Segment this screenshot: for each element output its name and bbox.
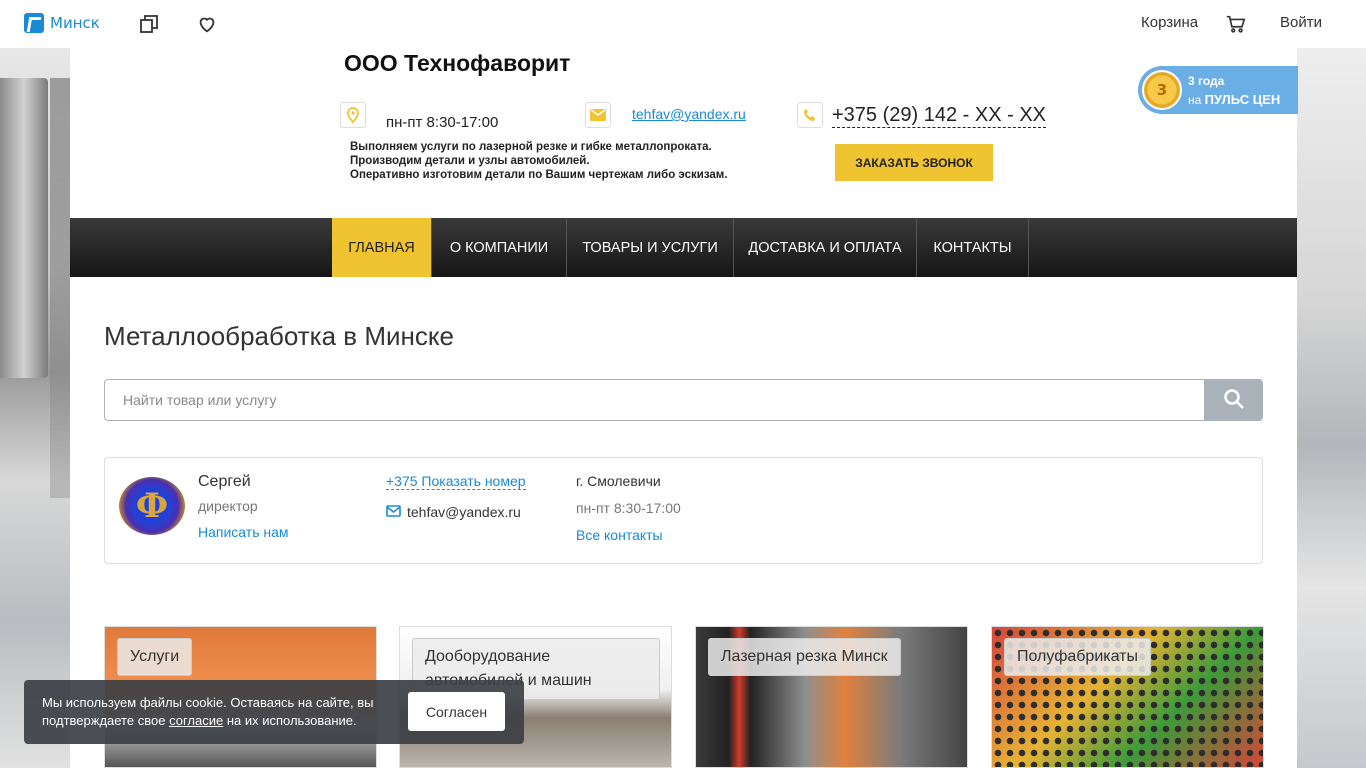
cart-link[interactable]: Корзина: [1141, 14, 1198, 31]
header-email-link[interactable]: tehfav@yandex.ru: [632, 106, 746, 122]
compare-icon[interactable]: [138, 13, 160, 35]
page-title: Металлообработка в Минске: [104, 321, 455, 351]
mail-icon: [585, 102, 611, 128]
cookie-text: Мы используем файлы cookie. Оставаясь на…: [42, 694, 402, 730]
search-input[interactable]: [104, 379, 1205, 421]
contact-role: директор: [198, 498, 258, 514]
contact-city: г. Смолевичи: [576, 473, 661, 489]
location-pin-icon: [340, 102, 366, 128]
badge-prefix: на: [1188, 93, 1202, 107]
pulse-cen-badge[interactable]: 3 3 года на ПУЛЬС ЦЕН: [1138, 66, 1298, 114]
envelope-icon: [386, 504, 401, 520]
tile-label: Лазерная резка Минск: [708, 638, 901, 676]
badge-brand: на ПУЛЬС ЦЕН: [1188, 92, 1280, 107]
main-panel: ООО Технофаворит пн-пт 8:30-17:00 tehfav…: [70, 48, 1297, 768]
phone-icon: [797, 102, 823, 128]
search-icon: [1223, 388, 1245, 413]
header-phone[interactable]: +375 (29) 142 - XX - XX: [832, 104, 1047, 128]
nav-item-products[interactable]: ТОВАРЫ И УСЛУГИ: [567, 218, 734, 277]
medal-icon: 3: [1142, 70, 1182, 110]
nav-item-delivery[interactable]: ДОСТАВКА И ОПЛАТА: [734, 218, 917, 277]
nav-item-contacts[interactable]: КОНТАКТЫ: [917, 218, 1029, 277]
contact-name: Сергей: [198, 473, 251, 490]
header-hours: пн-пт 8:30-17:00: [386, 114, 499, 131]
cookie-accept-button[interactable]: Согласен: [408, 692, 505, 731]
main-nav: ГЛАВНАЯ О КОМПАНИИ ТОВАРЫ И УСЛУГИ ДОСТА…: [70, 218, 1297, 277]
nav-item-home[interactable]: ГЛАВНАЯ: [332, 218, 432, 277]
tile-label: Услуги: [117, 638, 193, 676]
site-logo-icon: [24, 13, 44, 33]
category-tile-laser-cutting[interactable]: Лазерная резка Минск: [695, 626, 968, 768]
login-link[interactable]: Войти: [1280, 14, 1322, 31]
order-callback-button[interactable]: ЗАКАЗАТЬ ЗВОНОК: [835, 144, 993, 181]
cookie-consent-link[interactable]: согласие: [169, 713, 223, 728]
write-us-link[interactable]: Написать нам: [198, 524, 289, 540]
company-logo: Ф: [119, 477, 185, 535]
tile-label: Полуфабрикаты: [1004, 638, 1151, 676]
left-background-image: [0, 48, 70, 768]
description-line: Производим детали и узлы автомобилей.: [350, 155, 590, 167]
description-line: Оперативно изготовим детали по Вашим чер…: [350, 169, 728, 181]
contact-card: Ф Сергей директор Написать нам +375 Пока…: [104, 457, 1263, 564]
contact-email-text[interactable]: tehfav@yandex.ru: [407, 504, 521, 520]
category-tile-semi-finished[interactable]: Полуфабрикаты: [991, 626, 1264, 768]
contact-email: tehfav@yandex.ru: [386, 504, 521, 520]
badge-brand-name: ПУЛЬС ЦЕН: [1204, 92, 1281, 107]
right-background-image: [1297, 48, 1366, 768]
company-name: ООО Технофаворит: [344, 50, 571, 76]
company-description: Выполняем услуги по лазерной резке и гиб…: [350, 140, 728, 182]
description-line: Выполняем услуги по лазерной резке и гиб…: [350, 141, 712, 153]
show-phone-link[interactable]: +375 Показать номер: [386, 473, 526, 490]
all-contacts-link[interactable]: Все контакты: [576, 527, 663, 543]
cart-icon[interactable]: [1225, 13, 1247, 35]
cookie-text-after: на их использование.: [226, 713, 357, 728]
cookie-banner: Мы используем файлы cookie. Оставаясь на…: [24, 680, 524, 744]
contact-hours: пн-пт 8:30-17:00: [576, 500, 681, 516]
top-bar: Минск Корзина Войти: [0, 0, 1366, 48]
nav-item-about[interactable]: О КОМПАНИИ: [432, 218, 567, 277]
badge-years: 3 года: [1188, 74, 1225, 88]
city-selector[interactable]: Минск: [24, 13, 100, 33]
city-label: Минск: [50, 14, 100, 32]
search-button[interactable]: [1204, 379, 1263, 421]
search-bar: [104, 379, 1263, 421]
favorites-heart-icon[interactable]: [196, 13, 218, 35]
